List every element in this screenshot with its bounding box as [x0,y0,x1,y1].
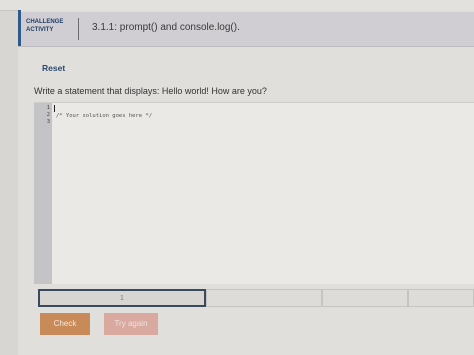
progress-step-1[interactable]: 1 [38,289,206,307]
reset-button[interactable]: Reset [42,63,65,73]
code-editor[interactable]: 1 2 3 /* Your solution goes here */ [34,102,474,284]
challenge-badge: CHALLENGE ACTIVITY [26,18,79,40]
progress-steps: 1 [36,289,474,307]
text-cursor [54,105,55,112]
badge-line-2: ACTIVITY [26,27,54,33]
progress-step-3[interactable] [322,289,408,307]
progress-step-number: 1 [120,295,124,302]
line-number: 3 [46,119,50,125]
check-button[interactable]: Check [40,313,90,335]
line-number: 2 [46,112,50,118]
progress-step-2[interactable] [206,289,322,307]
line-number-gutter: 1 2 3 [34,103,52,284]
activity-header [18,12,474,47]
activity-title: 3.1.1: prompt() and console.log(). [92,22,240,33]
badge-line-1: CHALLENGE [26,19,64,25]
progress-step-4[interactable] [408,289,474,307]
instructions-text: Write a statement that displays: Hello w… [34,86,267,96]
header-accent [18,10,21,46]
code-line-2[interactable]: /* Your solution goes here */ [56,113,152,119]
line-number: 1 [46,105,50,111]
try-again-button[interactable]: Try again [104,313,158,335]
